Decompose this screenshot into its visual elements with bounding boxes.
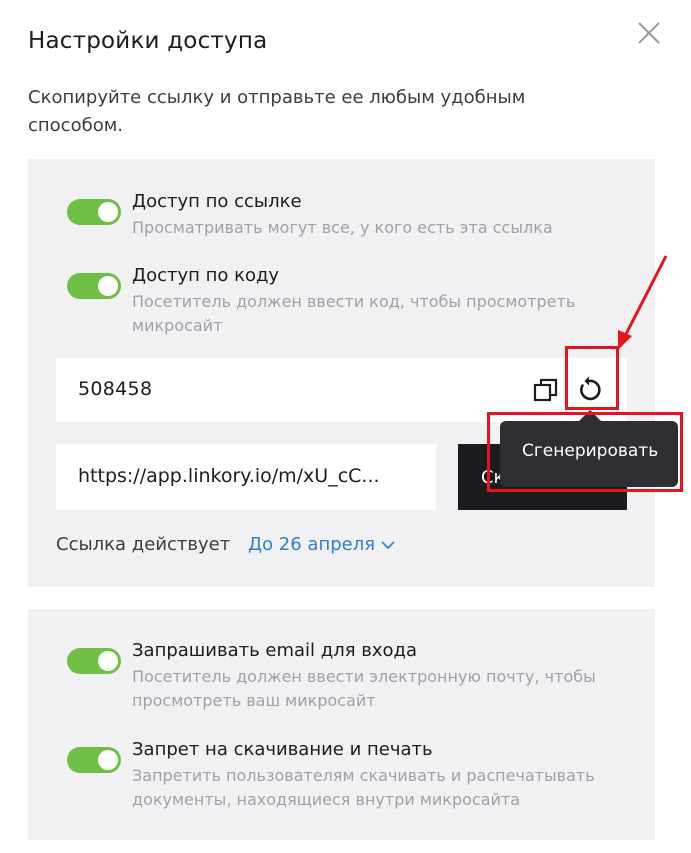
link-validity-dropdown[interactable]: До 26 апреля: [248, 534, 395, 555]
access-panel: Доступ по ссылке Просматривать могут все…: [28, 159, 655, 587]
code-access-label: Доступ по коду: [132, 265, 280, 286]
no-download-description: Запретить пользователям скачивать и расп…: [132, 766, 595, 809]
link-validity-label: Ссылка действует: [56, 534, 231, 555]
toggle-knob: [98, 750, 118, 770]
close-icon[interactable]: [636, 20, 662, 46]
email-required-label: Запрашивать email для входа: [132, 640, 418, 661]
code-access-description: Посетитель должен ввести код, чтобы прос…: [132, 292, 576, 335]
chevron-down-icon: [381, 541, 395, 550]
security-panel: Запрашивать email для входа Посетитель д…: [28, 609, 655, 840]
no-download-toggle[interactable]: [67, 747, 121, 773]
toggle-knob: [98, 276, 118, 296]
access-settings-dialog: Настройки доступа Скопируйте ссылку и от…: [0, 0, 691, 853]
email-required-toggle[interactable]: [67, 648, 121, 674]
regenerate-tooltip: Сгенерировать: [500, 421, 678, 487]
dialog-title: Настройки доступа: [28, 28, 268, 54]
dialog-subtitle: Скопируйте ссылку и отправьте ее любым у…: [28, 87, 526, 136]
share-link-value: https://app.linkory.io/m/xU_cC...: [78, 465, 380, 487]
link-access-label: Доступ по ссылке: [132, 191, 302, 212]
code-access-toggle[interactable]: [67, 273, 121, 299]
share-link-field[interactable]: https://app.linkory.io/m/xU_cC...: [56, 444, 436, 510]
link-validity-value: До 26 апреля: [248, 534, 376, 555]
toggle-knob: [98, 202, 118, 222]
regenerate-icon[interactable]: [574, 375, 604, 405]
link-access-toggle[interactable]: [67, 199, 121, 225]
access-code-field[interactable]: 508458: [56, 358, 627, 422]
email-required-description: Посетитель должен ввести электронную поч…: [132, 667, 596, 710]
toggle-knob: [98, 651, 118, 671]
copy-icon[interactable]: [532, 376, 560, 404]
access-code-value: 508458: [78, 378, 153, 400]
link-access-description: Просматривать могут все, у кого есть эта…: [132, 218, 553, 237]
no-download-label: Запрет на скачивание и печать: [132, 739, 433, 760]
